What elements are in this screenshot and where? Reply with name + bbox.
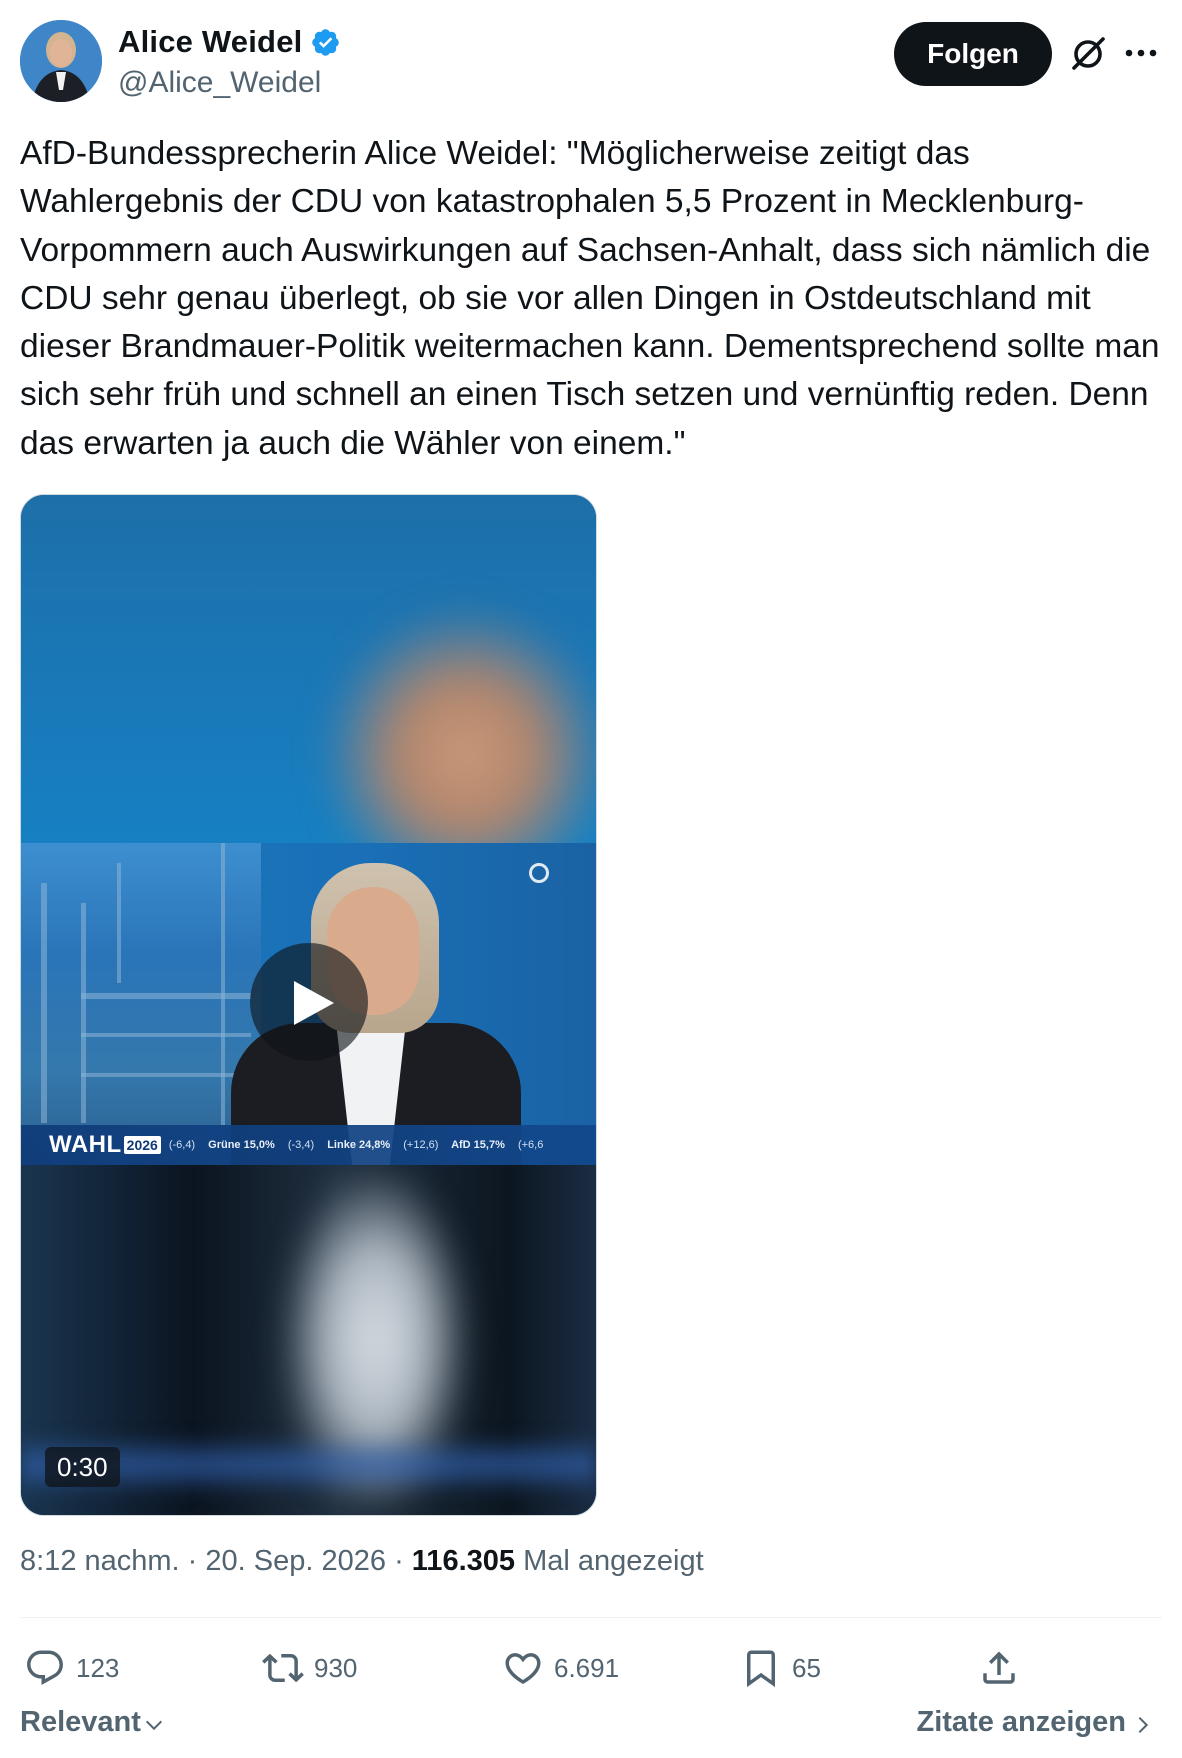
sort-label: Relevant	[20, 1706, 141, 1738]
quotes-label: Zitate anzeigen	[916, 1706, 1127, 1738]
divider	[20, 1617, 1162, 1618]
author-name[interactable]: Alice Weidel	[118, 24, 302, 60]
chevron-right-icon	[1138, 1716, 1149, 1733]
heart-icon	[505, 1653, 541, 1685]
reply-button[interactable]: 123	[24, 1644, 119, 1692]
reply-count: 123	[76, 1652, 120, 1683]
bookmark-count: 65	[792, 1652, 821, 1683]
tweet-time[interactable]: 8:12 nachm.	[20, 1545, 180, 1577]
author-handle[interactable]: @Alice_Weidel	[118, 66, 321, 100]
bookmark-icon	[747, 1650, 775, 1688]
bookmark-button[interactable]: 65	[740, 1644, 821, 1692]
repost-button[interactable]: 930	[262, 1644, 357, 1692]
video-background-building	[21, 843, 261, 1165]
share-button[interactable]	[978, 1644, 1020, 1692]
share-icon	[983, 1651, 1015, 1684]
reply-icon	[27, 1650, 63, 1685]
like-button[interactable]: 6.691	[502, 1644, 619, 1692]
play-button[interactable]	[250, 943, 368, 1061]
ticker-label: WAHL	[49, 1131, 122, 1158]
sort-dropdown[interactable]: Relevant	[20, 1706, 165, 1739]
view-quotes-link[interactable]: Zitate anzeigen	[917, 1706, 1155, 1739]
tweet-text: AfD-Bundessprecherin Alice Weidel: "Mögl…	[20, 135, 1160, 462]
avatar[interactable]	[20, 20, 102, 102]
avatar-image	[20, 20, 102, 102]
repost-count: 930	[314, 1652, 358, 1683]
channel-logo-icon	[529, 863, 549, 883]
chevron-down-icon	[145, 1720, 162, 1730]
follow-button[interactable]: Folgen	[894, 22, 1052, 86]
video-duration: 0:30	[45, 1447, 120, 1487]
tweet-date[interactable]: 20. Sep. 2026	[205, 1545, 386, 1577]
play-icon	[294, 981, 334, 1025]
like-count: 6.691	[554, 1652, 620, 1683]
author-name-row[interactable]: Alice Weidel	[118, 24, 341, 60]
video-player[interactable]: WAHL 2026 (-6,4) Grüne 15,0% (-3,4) Link…	[20, 494, 597, 1516]
views-label: Mal angezeigt	[523, 1545, 704, 1577]
ticker-year: 2026	[123, 1136, 161, 1154]
repost-icon	[262, 1653, 304, 1683]
tweet-meta: 8:12 nachm. · 20. Sep. 2026 · 116.305 Ma…	[20, 1545, 704, 1577]
ticker-results: (-6,4) Grüne 15,0% (-3,4) Linke 24,8% (+…	[168, 1139, 544, 1151]
verified-badge-icon	[312, 28, 340, 56]
views-count: 116.305	[411, 1545, 516, 1577]
grok-icon[interactable]	[1068, 34, 1108, 74]
video-ticker: WAHL 2026 (-6,4) Grüne 15,0% (-3,4) Link…	[21, 1125, 596, 1165]
more-options-icon[interactable]	[1122, 38, 1160, 68]
tweet: Alice Weidel @Alice_Weidel Folgen AfD-Bu…	[0, 0, 1182, 1758]
